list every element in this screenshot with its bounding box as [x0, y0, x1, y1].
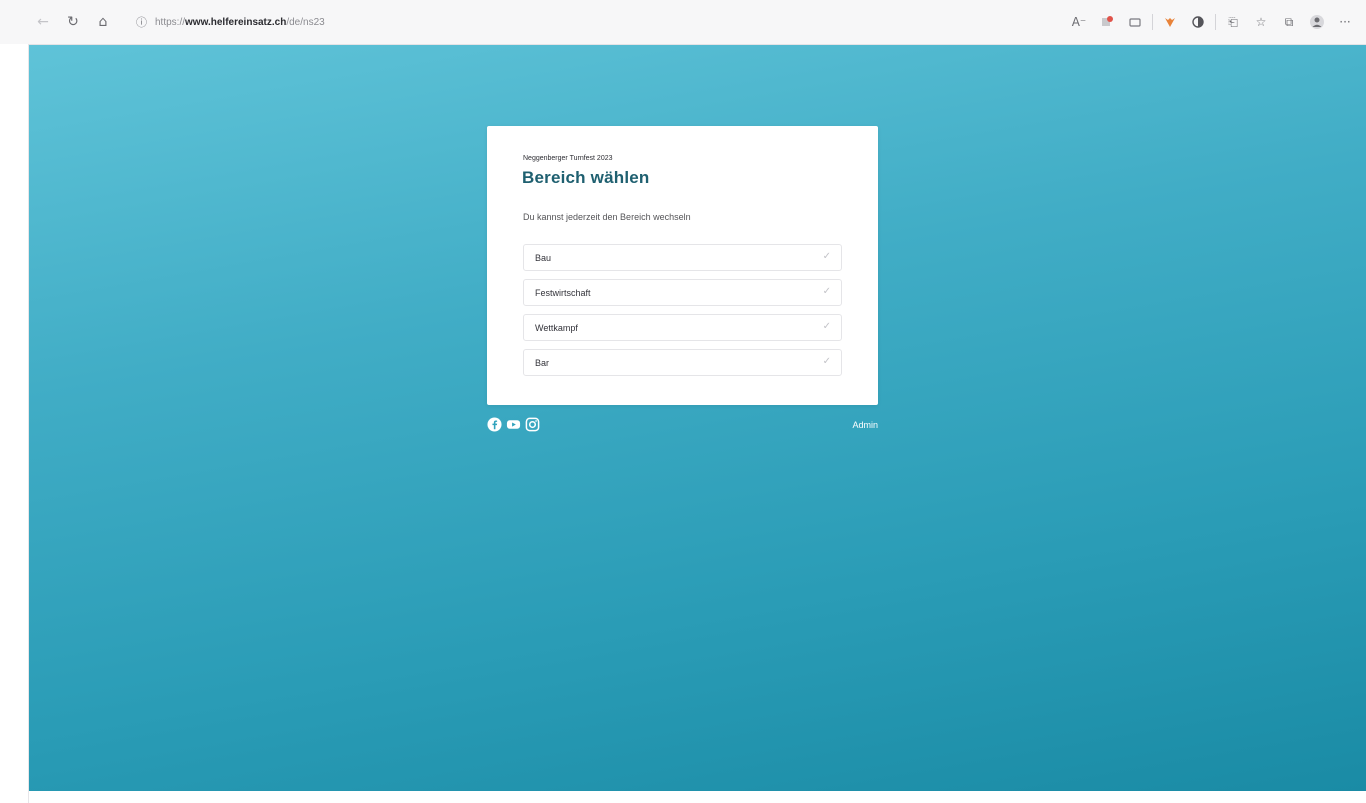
- url-path: /de/ns23: [286, 16, 325, 28]
- area-option-festwirtschaft[interactable]: Festwirtschaft ✓: [523, 279, 842, 306]
- area-option-wettkampf[interactable]: Wettkampf ✓: [523, 314, 842, 341]
- option-label: Bar: [535, 358, 550, 368]
- page-viewport: Neggenberger Turnfest 2023 Bereich wähle…: [29, 45, 1366, 791]
- extension-icon[interactable]: [1124, 11, 1146, 33]
- toolbar-separator: [1152, 14, 1153, 30]
- profile-icon[interactable]: [1306, 11, 1328, 33]
- area-selection-card: Neggenberger Turnfest 2023 Bereich wähle…: [487, 126, 878, 405]
- side-gutter: [0, 44, 29, 803]
- nav-controls: ← ↻ ⌂ ⓘ https:// www.helfereinsatz.ch /d…: [0, 9, 333, 35]
- extension-icon[interactable]: [1187, 11, 1209, 33]
- option-label: Festwirtschaft: [535, 288, 591, 298]
- youtube-icon[interactable]: [506, 417, 521, 432]
- back-icon[interactable]: ←: [30, 9, 56, 35]
- card-description: Du kannst jederzeit den Bereich wechseln: [523, 212, 691, 222]
- card-footer: Admin: [487, 417, 878, 437]
- area-option-bau[interactable]: Bau ✓: [523, 244, 842, 271]
- area-options-list: Bau ✓ Festwirtschaft ✓ Wettkampf ✓ Bar ✓: [523, 244, 842, 384]
- check-icon: ✓: [822, 356, 831, 367]
- favorites-icon[interactable]: ☆: [1250, 11, 1272, 33]
- url-host: www.helfereinsatz.ch: [185, 16, 287, 28]
- option-label: Wettkampf: [535, 323, 578, 333]
- area-option-bar[interactable]: Bar ✓: [523, 349, 842, 376]
- split-screen-icon[interactable]: ⎗: [1222, 11, 1244, 33]
- home-icon[interactable]: ⌂: [90, 9, 116, 35]
- social-links: [487, 417, 540, 432]
- toolbar-separator: [1215, 14, 1216, 30]
- event-name: Neggenberger Turnfest 2023: [523, 155, 613, 162]
- admin-link[interactable]: Admin: [852, 420, 878, 430]
- page-title: Bereich wählen: [522, 168, 650, 187]
- browser-window: ← ↻ ⌂ ⓘ https:// www.helfereinsatz.ch /d…: [0, 0, 1366, 803]
- url-scheme: https://: [155, 16, 186, 28]
- instagram-icon[interactable]: [525, 417, 540, 432]
- reload-icon[interactable]: ↻: [60, 9, 86, 35]
- facebook-icon[interactable]: [487, 417, 502, 432]
- more-icon[interactable]: ···: [1334, 11, 1356, 33]
- browser-toolbar: ← ↻ ⌂ ⓘ https:// www.helfereinsatz.ch /d…: [0, 0, 1366, 45]
- toolbar-actions: A⁻ ⎗ ☆ ⧉ ···: [1068, 0, 1356, 44]
- extension-icon[interactable]: [1159, 11, 1181, 33]
- check-icon: ✓: [822, 286, 831, 297]
- read-aloud-icon[interactable]: A⁻: [1068, 11, 1090, 33]
- check-icon: ✓: [822, 321, 831, 332]
- extension-icon[interactable]: [1096, 11, 1118, 33]
- address-bar[interactable]: ⓘ https:// www.helfereinsatz.ch /de/ns23: [128, 9, 333, 35]
- check-icon: ✓: [822, 251, 831, 262]
- lock-icon[interactable]: ⓘ: [136, 14, 147, 30]
- bottom-strip: [29, 791, 1366, 803]
- option-label: Bau: [535, 253, 552, 263]
- collections-icon[interactable]: ⧉: [1278, 11, 1300, 33]
